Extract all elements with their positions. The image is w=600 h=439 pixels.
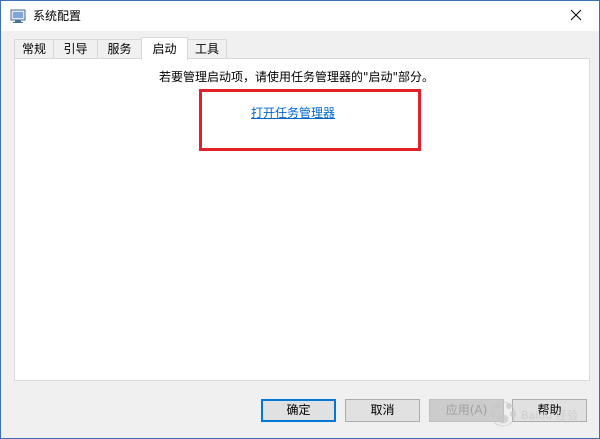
close-icon [570,9,582,24]
apply-button[interactable]: 应用(A) [429,399,504,422]
tab-label: 常规 [21,42,46,56]
open-task-manager-link[interactable]: 打开任务管理器 [251,106,335,120]
close-button[interactable] [553,1,599,31]
title-bar[interactable]: 系统配置 [1,1,599,31]
system-configuration-window: 系统配置 常规 引导 服务 启动 工具 若要管理启动项，请使用任务管理器的"启动… [0,0,600,439]
tab-strip: 常规 引导 服务 启动 工具 [14,37,589,60]
cancel-button[interactable]: 取消 [345,399,420,422]
tab-services[interactable]: 服务 [97,39,142,59]
window-title: 系统配置 [33,9,82,23]
tab-boot[interactable]: 引导 [53,39,98,59]
startup-instruction-text: 若要管理启动项，请使用任务管理器的"启动"部分。 [159,70,435,84]
system-config-icon [10,8,26,24]
tab-label: 工具 [194,42,219,56]
tab-tools[interactable]: 工具 [187,39,227,59]
startup-tab-panel: 若要管理启动项，请使用任务管理器的"启动"部分。 打开任务管理器 [14,58,590,381]
tab-label: 引导 [63,42,88,56]
tab-label: 服务 [107,42,132,56]
tab-general[interactable]: 常规 [14,39,54,59]
highlight-annotation-box [199,89,421,151]
ok-button[interactable]: 确定 [261,399,336,422]
tab-startup[interactable]: 启动 [141,37,188,60]
help-button[interactable]: 帮助 [512,399,587,422]
tab-label: 启动 [152,42,177,56]
